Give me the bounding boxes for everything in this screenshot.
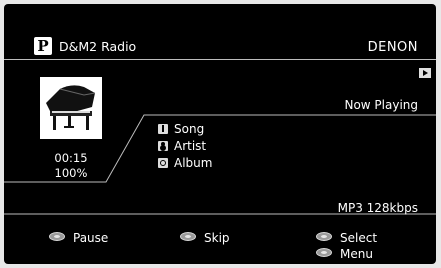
- footer-controls: Pause Skip Select Menu: [4, 229, 436, 264]
- album-label: Album: [174, 156, 213, 170]
- buffer-percent: 100%: [54, 166, 88, 180]
- album-row: Album: [158, 156, 212, 170]
- album-icon: [158, 158, 168, 168]
- remote-button-icon: [49, 232, 65, 241]
- album-art: [40, 77, 102, 139]
- skip-label: Skip: [204, 231, 230, 245]
- skip-button[interactable]: Skip: [180, 231, 230, 245]
- menu-label: Menu: [340, 247, 373, 261]
- menu-button[interactable]: Menu: [316, 247, 373, 261]
- note-icon: [158, 124, 168, 134]
- format-bitrate: MP3 128kbps: [337, 201, 418, 215]
- select-button[interactable]: Select: [316, 231, 377, 245]
- song-label: Song: [174, 122, 205, 136]
- now-playing-label: Now Playing: [344, 98, 418, 112]
- song-row: Song: [158, 122, 204, 136]
- pause-button[interactable]: Pause: [49, 231, 108, 245]
- remote-button-icon: [180, 232, 196, 241]
- elapsed-time: 00:15: [54, 151, 88, 165]
- player-screen: P D&M2 Radio DENON 00:15 100% Now Playin…: [4, 4, 436, 264]
- select-label: Select: [340, 231, 378, 245]
- remote-button-icon: [316, 248, 332, 257]
- artist-icon: [158, 141, 168, 151]
- pause-label: Pause: [73, 231, 109, 245]
- artist-row: Artist: [158, 139, 206, 153]
- artist-label: Artist: [174, 139, 207, 153]
- remote-button-icon: [316, 232, 332, 241]
